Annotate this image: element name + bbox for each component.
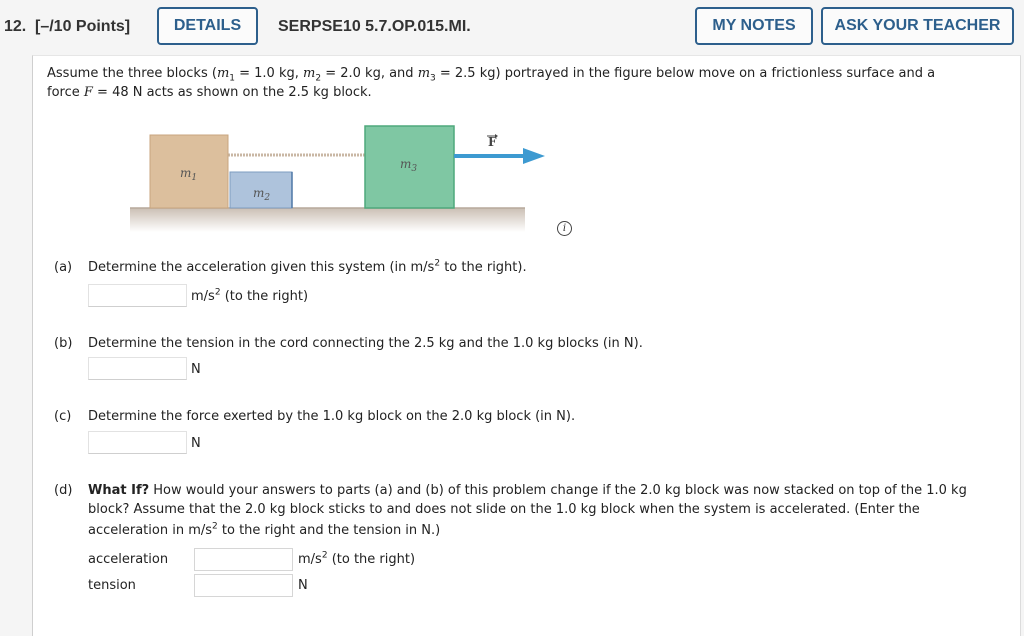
part-b-answer-input[interactable] — [88, 357, 187, 380]
part-d-acceleration-input[interactable] — [194, 548, 293, 571]
part-d-question: What If? How would your answers to parts… — [88, 481, 967, 540]
problem-statement: Assume the three blocks (m1 = 1.0 kg, m2… — [47, 64, 935, 102]
force-arrow-head — [523, 148, 545, 164]
acceleration-label: acceleration — [88, 552, 169, 567]
part-d-acceleration-unit: m/s2 (to the right) — [298, 550, 416, 567]
what-if-heading: What If? — [88, 483, 150, 498]
part-d-line-2: block? Assume that the 2.0 kg block stic… — [88, 502, 920, 517]
problem-statement-line-2: force F = 48 N acts as shown on the 2.5 … — [47, 85, 372, 100]
part-d-tension-input[interactable] — [194, 574, 293, 597]
ask-your-teacher-button[interactable]: ASK YOUR TEACHER — [821, 7, 1014, 45]
info-icon[interactable]: i — [557, 221, 572, 236]
ground-surface — [130, 208, 525, 232]
part-d-line-3: acceleration in m/s2 to the right and th… — [88, 521, 441, 538]
question-number: 12. — [4, 18, 27, 35]
my-notes-button[interactable]: MY NOTES — [695, 7, 813, 45]
question-header: 12. [–/10 Points] DETAILS SERPSE10 5.7.O… — [0, 0, 1024, 52]
question-points: [–/10 Points] — [35, 18, 131, 35]
part-d-line-1: What If? How would your answers to parts… — [88, 483, 967, 498]
part-b-question: Determine the tension in the cord connec… — [88, 336, 643, 351]
problem-statement-line-1: Assume the three blocks (m1 = 1.0 kg, m2… — [47, 66, 936, 84]
tension-label: tension — [88, 578, 136, 593]
part-c-question: Determine the force exerted by the 1.0 k… — [88, 409, 576, 424]
blocks-figure: m1 m2 m3 F — [130, 125, 545, 232]
part-b-unit: N — [191, 362, 201, 377]
part-c-unit: N — [191, 436, 201, 451]
part-a-answer-input[interactable] — [88, 284, 187, 307]
details-button[interactable]: DETAILS — [157, 7, 258, 45]
part-b-label: (b) — [54, 336, 73, 351]
part-a-unit: m/s2 (to the right) — [191, 287, 309, 304]
part-a-question: Determine the acceleration given this sy… — [88, 258, 527, 275]
part-c-label: (c) — [54, 409, 72, 424]
problem-code: SERPSE10 5.7.OP.015.MI. — [278, 18, 471, 35]
part-a-label: (a) — [54, 260, 73, 275]
part-d-label: (d) — [54, 483, 73, 498]
part-c-answer-input[interactable] — [88, 431, 187, 454]
part-d-tension-unit: N — [298, 578, 308, 593]
